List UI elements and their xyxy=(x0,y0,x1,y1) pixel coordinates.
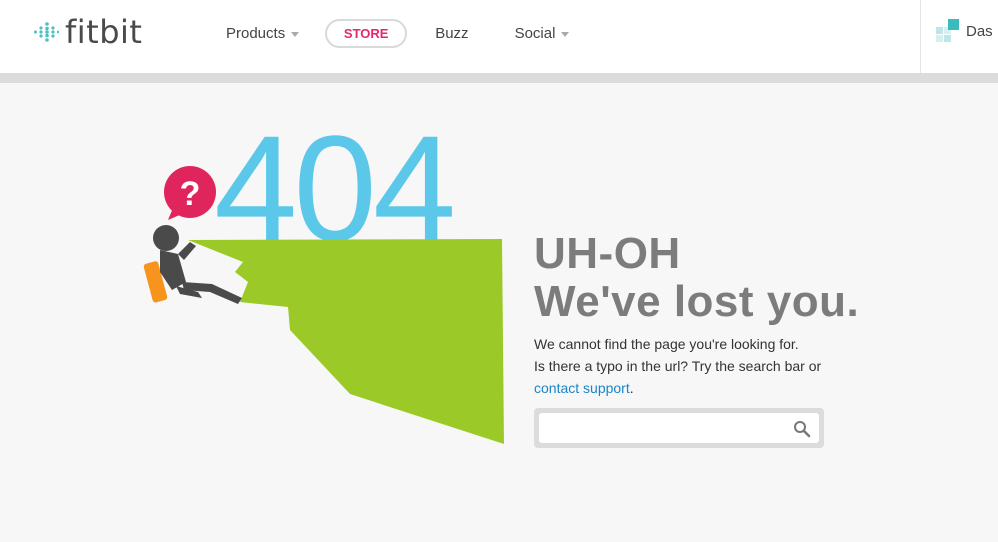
caret-down-icon xyxy=(561,31,570,37)
error-message-line1: We cannot find the page you're looking f… xyxy=(534,336,799,352)
search-input[interactable] xyxy=(539,413,819,443)
error-message-line3: contact support. xyxy=(534,379,634,397)
caret-down-icon xyxy=(291,31,300,37)
main-nav: Products STORE Buzz Social xyxy=(226,17,570,49)
sentence-period: . xyxy=(629,380,634,396)
contact-support-link[interactable]: contact support xyxy=(534,380,630,396)
fitbit-logo[interactable]: fitbit xyxy=(33,10,142,54)
nav-social[interactable]: Social xyxy=(515,25,570,42)
question-bubble-icon: ? xyxy=(164,166,216,220)
error-message-line2: Is there a typo in the url? Try the sear… xyxy=(534,358,822,374)
header-separator xyxy=(920,0,921,73)
dashboard-label: Das xyxy=(966,22,993,40)
error-heading-line2: We've lost you. xyxy=(534,277,860,326)
nav-buzz-label: Buzz xyxy=(435,24,469,42)
lost-climber-illustration: 404 ? xyxy=(143,122,504,444)
site-header: fitbit Products STORE Buzz Social Das xyxy=(0,0,998,73)
search-icon[interactable] xyxy=(793,420,811,438)
dashboard-link[interactable]: Das xyxy=(936,19,993,43)
header-divider xyxy=(0,73,998,83)
logo-text: fitbit xyxy=(65,13,143,51)
nav-products-label: Products xyxy=(226,24,286,42)
error-heading-line1: UH-OH xyxy=(534,229,681,278)
dashboard-icon xyxy=(936,19,959,42)
bubble-glyph: ? xyxy=(180,175,201,213)
fitbit-logo-icon xyxy=(34,22,59,42)
nav-social-label: Social xyxy=(514,24,556,42)
store-button[interactable]: STORE xyxy=(325,18,408,48)
nav-products[interactable]: Products xyxy=(226,24,300,42)
search-box xyxy=(534,408,824,448)
nav-buzz[interactable]: Buzz xyxy=(435,25,468,42)
